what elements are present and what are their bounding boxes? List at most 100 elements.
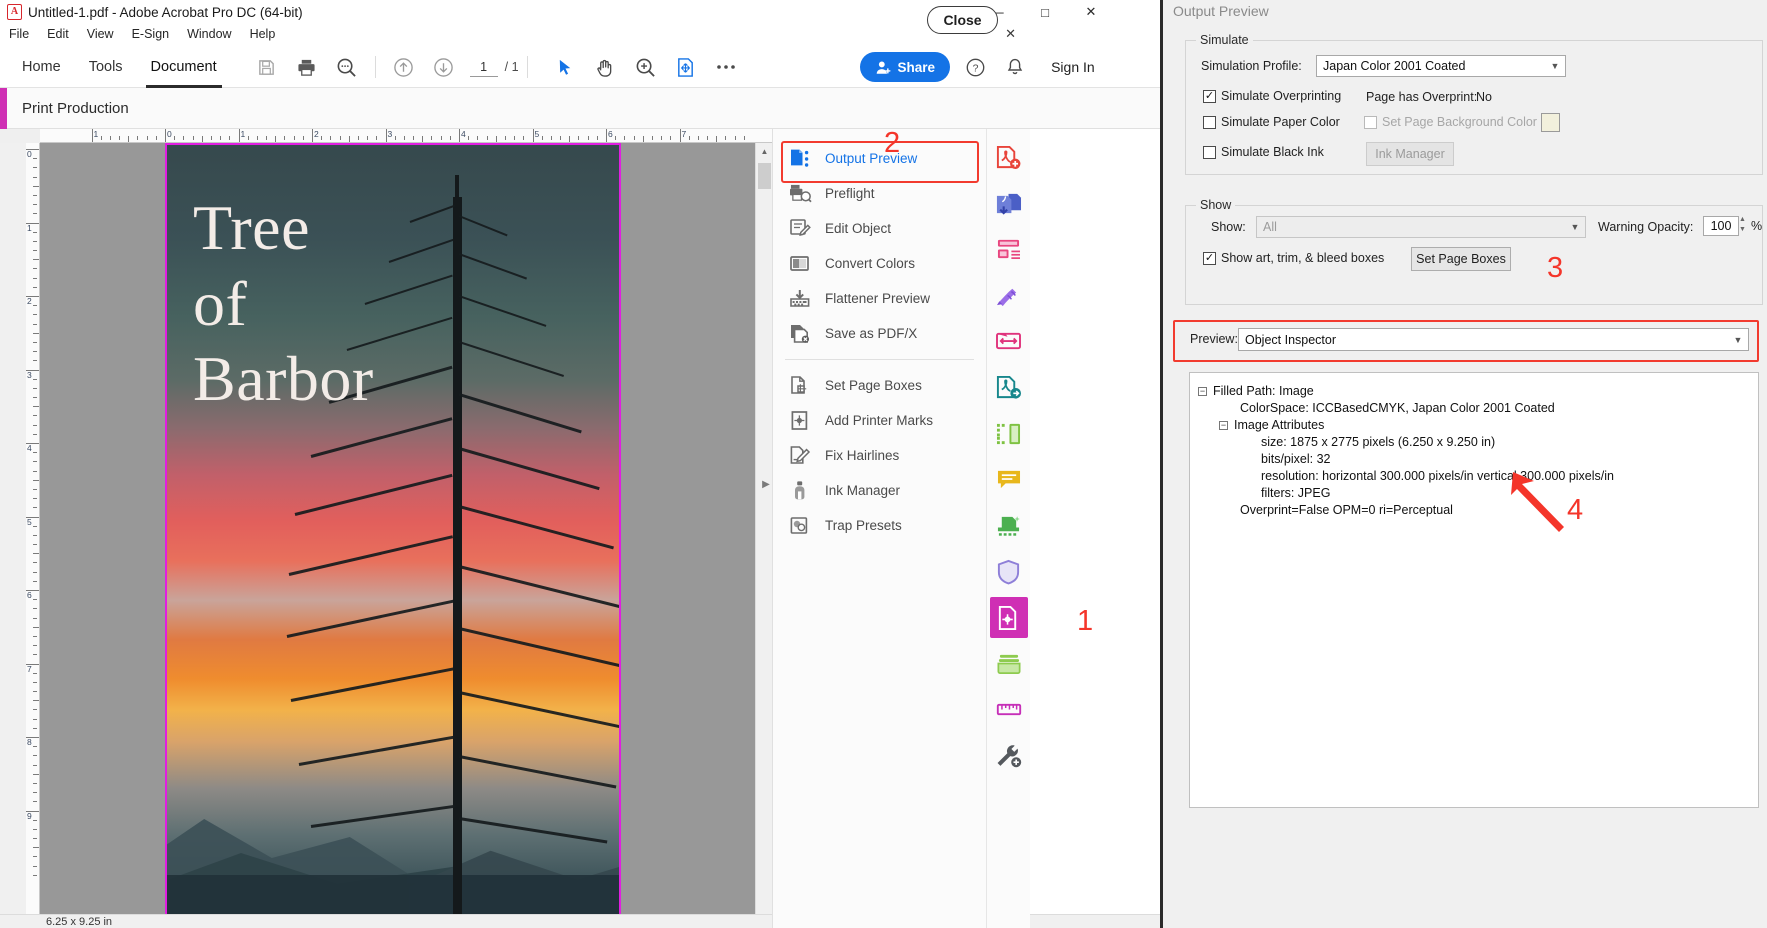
- menu-file[interactable]: File: [0, 24, 38, 45]
- tab-home[interactable]: Home: [8, 47, 75, 88]
- rail-convert-pdf-icon[interactable]: [990, 367, 1028, 408]
- rail-print-production-icon[interactable]: [989, 597, 1028, 638]
- tab-document[interactable]: Document: [137, 47, 231, 88]
- show-boxes-checkbox[interactable]: ✓: [1203, 251, 1216, 265]
- menu-view[interactable]: View: [78, 24, 123, 45]
- ruler-subtick: [33, 608, 37, 610]
- ruler-tick: [91, 129, 93, 142]
- show-boxes-row[interactable]: ✓ Show art, trim, & bleed boxes: [1203, 251, 1384, 265]
- rail-more-tools-icon[interactable]: [990, 735, 1028, 776]
- tab-tools[interactable]: Tools: [75, 47, 137, 88]
- scroll-thumb[interactable]: [758, 163, 771, 189]
- tool-label: Fix Hairlines: [825, 448, 900, 463]
- rail-measure-icon[interactable]: [990, 689, 1028, 730]
- tool-flattener-preview[interactable]: Flattener Preview: [773, 281, 986, 316]
- tree-collapse-toggle[interactable]: −: [1198, 387, 1207, 396]
- ruler-subtick: [33, 351, 37, 353]
- simulate-black-ink-row[interactable]: Simulate Black Ink: [1203, 145, 1324, 159]
- rail-protect-icon[interactable]: [990, 551, 1028, 592]
- ruler-subtick: [146, 136, 148, 140]
- rail-accessibility-icon[interactable]: [990, 643, 1028, 684]
- simulate-black-ink-checkbox[interactable]: [1203, 145, 1216, 159]
- page-has-overprint-label: Page has Overprint:: [1366, 90, 1478, 104]
- rail-scan-ocr-icon[interactable]: [990, 505, 1028, 546]
- simulation-profile-select[interactable]: Japan Color 2001 Coated ▼: [1316, 55, 1566, 77]
- menu-help[interactable]: Help: [241, 24, 285, 45]
- menu-window[interactable]: Window: [178, 24, 240, 45]
- share-button[interactable]: Share: [859, 52, 951, 82]
- tool-add-printer-marks[interactable]: Add Printer Marks: [773, 403, 986, 438]
- tree-collapse-toggle-attributes[interactable]: −: [1219, 421, 1228, 430]
- print-icon[interactable]: [292, 52, 322, 82]
- pdf-page[interactable]: Tree of Barbor: [165, 143, 621, 928]
- ruler-subtick: [357, 136, 359, 140]
- rail-comments-icon[interactable]: [990, 459, 1028, 500]
- tool-set-page-boxes[interactable]: Set Page Boxes: [773, 368, 986, 403]
- ruler-label: 7: [27, 663, 32, 674]
- ruler-subtick: [486, 136, 488, 140]
- ruler-subtick: [33, 553, 39, 555]
- simulate-paper-color-checkbox[interactable]: [1203, 115, 1216, 129]
- rail-export-pdf-icon[interactable]: [990, 183, 1028, 224]
- next-page-icon[interactable]: [429, 52, 459, 82]
- cover-title-line-1: Tree: [193, 192, 310, 263]
- tool-convert-colors[interactable]: Convert Colors: [773, 246, 986, 281]
- ruler-subtick: [155, 136, 157, 140]
- sign-in-button[interactable]: Sign In: [1051, 59, 1095, 75]
- tool-preflight[interactable]: Preflight: [773, 176, 986, 211]
- notifications-bell-icon[interactable]: [1000, 52, 1030, 82]
- tool-ink-manager[interactable]: Ink Manager: [773, 473, 986, 508]
- tool-fix-hairlines[interactable]: Fix Hairlines: [773, 438, 986, 473]
- ruler-subtick: [229, 136, 231, 140]
- rail-compress-pdf-icon[interactable]: [990, 321, 1028, 362]
- rail-organize-pages-icon[interactable]: [990, 229, 1028, 270]
- rail-page-layout-icon[interactable]: [990, 413, 1028, 454]
- tool-trap-presets[interactable]: Trap Presets: [773, 508, 986, 543]
- hand-tool-icon[interactable]: [591, 52, 621, 82]
- ruler-subtick: [504, 136, 506, 140]
- ruler-label: 2: [314, 129, 319, 139]
- rail-comment-markup-icon[interactable]: [990, 275, 1028, 316]
- tool-save-as-pdfx[interactable]: Save as PDF/X: [773, 316, 986, 351]
- page-background-color-swatch[interactable]: [1541, 113, 1560, 132]
- page-number-input[interactable]: [469, 57, 498, 77]
- rail-create-pdf-icon[interactable]: [990, 137, 1028, 178]
- tool-output-preview[interactable]: Output Preview: [773, 141, 986, 176]
- more-tools-icon[interactable]: [711, 52, 741, 82]
- close-panel-button[interactable]: Close: [927, 6, 998, 34]
- ruler-subtick: [697, 136, 699, 140]
- simulate-paper-color-row[interactable]: Simulate Paper Color: [1203, 115, 1340, 129]
- help-icon[interactable]: ?: [960, 52, 990, 82]
- scroll-up-arrow[interactable]: ▲: [756, 143, 773, 160]
- warning-opacity-input[interactable]: 100: [1703, 216, 1739, 236]
- menu-esign[interactable]: E-Sign: [123, 24, 179, 45]
- tool-edit-object[interactable]: Edit Object: [773, 211, 986, 246]
- vertical-scrollbar[interactable]: ▲ ▼: [755, 143, 772, 928]
- select-tool-icon[interactable]: [551, 52, 581, 82]
- panel-collapse-handle[interactable]: ▶: [759, 469, 773, 499]
- object-inspector-output[interactable]: − Filled Path: Image ColorSpace: ICCBase…: [1189, 372, 1759, 808]
- ruler-subtick: [183, 136, 185, 140]
- set-page-boxes-button[interactable]: Set Page Boxes: [1411, 247, 1511, 271]
- warning-opacity-stepper[interactable]: ▲ ▼: [1739, 215, 1747, 235]
- simulate-overprinting-row[interactable]: ✓ Simulate Overprinting: [1203, 89, 1341, 103]
- save-icon[interactable]: [252, 52, 282, 82]
- annotation-number-2: 2: [884, 127, 901, 159]
- search-icon[interactable]: [332, 52, 362, 82]
- menu-edit[interactable]: Edit: [38, 24, 78, 45]
- output-preview-dialog: Output Preview Simulate Simulation Profi…: [1160, 0, 1767, 928]
- ruler-label: 1: [27, 222, 32, 233]
- print-production-header: Print Production: [0, 88, 1160, 129]
- close-document-tab-button[interactable]: ✕: [1005, 26, 1016, 42]
- ruler-subtick: [33, 406, 39, 408]
- simulate-overprinting-checkbox[interactable]: ✓: [1203, 89, 1216, 103]
- simulate-group-label: Simulate: [1196, 33, 1253, 47]
- fit-page-icon[interactable]: [671, 52, 701, 82]
- ruler-subtick: [33, 167, 37, 169]
- previous-page-icon[interactable]: [389, 52, 419, 82]
- maximize-button[interactable]: □: [1022, 0, 1068, 24]
- zoom-in-icon[interactable]: [631, 52, 661, 82]
- preview-select[interactable]: Object Inspector ▼: [1238, 328, 1749, 351]
- close-window-button[interactable]: ✕: [1068, 0, 1114, 24]
- ruler-subtick: [716, 136, 718, 142]
